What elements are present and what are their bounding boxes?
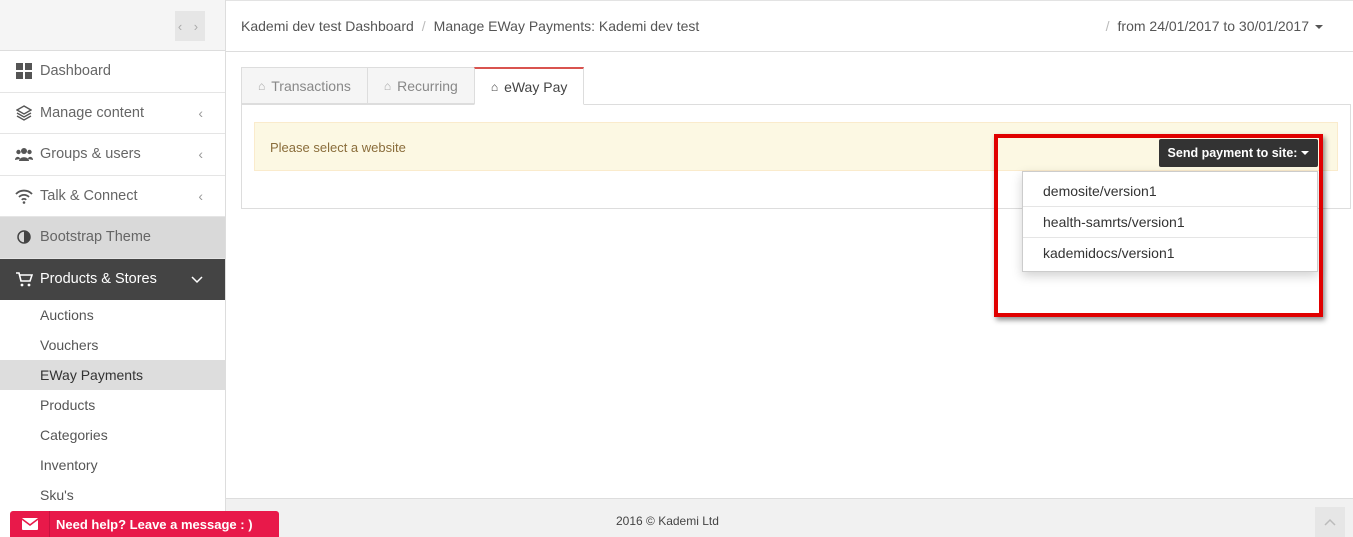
help-message-button[interactable]: Need help? Leave a message : ) [10, 511, 279, 537]
breadcrumb-separator: / [421, 18, 426, 34]
layers-icon [15, 104, 33, 122]
submenu-item-inventory[interactable]: Inventory [0, 450, 225, 480]
chevron-left-icon: ‹ [198, 104, 203, 121]
users-icon [15, 145, 33, 163]
breadcrumb-dashboard-link[interactable]: Kademi dev test Dashboard [241, 18, 414, 34]
sidebar-item-groups-users[interactable]: Groups & users ‹ [0, 134, 225, 176]
sidebar-item-label: Manage content [40, 104, 144, 121]
site-dropdown-menu: demosite/version1 health-samrts/version1… [1022, 171, 1318, 272]
breadcrumb-current: Manage EWay Payments: Kademi dev test [433, 18, 700, 34]
sidebar-item-dashboard[interactable]: Dashboard [0, 51, 225, 93]
home-icon: ⌂ [490, 79, 499, 94]
date-separator: / [1105, 18, 1110, 34]
submenu-item-vouchers[interactable]: Vouchers [0, 330, 225, 360]
tab-bar: ⌂ Transactions ⌂ Recurring ⌂ eWay Pay [241, 67, 585, 105]
tab-transactions[interactable]: ⌂ Transactions [241, 67, 367, 104]
cart-icon [15, 270, 33, 288]
tab-recurring[interactable]: ⌂ Recurring [366, 67, 474, 104]
dropdown-option-demosite[interactable]: demosite/version1 [1023, 176, 1317, 207]
sidebar-item-label: Products & Stores [40, 271, 157, 288]
chevron-up-icon [1324, 518, 1336, 526]
footer: 2016 © Kademi Ltd [226, 498, 1353, 537]
scroll-to-top-button[interactable] [1315, 507, 1345, 537]
dropdown-option-health-samrts[interactable]: health-samrts/version1 [1023, 207, 1317, 238]
tab-eway-pay[interactable]: ⌂ eWay Pay [473, 67, 585, 105]
sidebar-top: ‹ › [0, 0, 225, 51]
footer-copyright: 2016 © Kademi Ltd [616, 514, 719, 528]
top-header: Kademi dev test Dashboard / Manage EWay Pa… [226, 0, 1353, 52]
send-payment-button[interactable]: Send payment to site: [1159, 139, 1318, 167]
tab-label: eWay Pay [504, 78, 568, 95]
breadcrumb: Kademi dev test Dashboard / Manage EWay Pa… [241, 18, 699, 34]
sidebar: ‹ › Dashboard Manage content ‹ Groups & … [0, 0, 226, 537]
sidebar-item-label: Groups & users [40, 146, 141, 163]
submenu-item-skus[interactable]: Sku's [0, 480, 225, 510]
date-range-selector[interactable]: / from 24/01/2017 to 30/01/2017 [1106, 18, 1323, 34]
chevron-left-icon: ‹ [198, 187, 203, 204]
chevron-left-icon: ‹ [198, 146, 203, 163]
send-payment-label: Send payment to site: [1167, 146, 1298, 160]
dropdown-option-kademidocs[interactable]: kademidocs/version1 [1023, 238, 1317, 269]
help-label: Need help? Leave a message : ) [56, 516, 253, 532]
sidebar-item-label: Dashboard [40, 63, 111, 80]
sidebar-item-products-stores[interactable]: Products & Stores [0, 258, 225, 300]
caret-down-icon [1301, 151, 1310, 155]
caret-down-icon [1315, 25, 1323, 30]
submenu-item-products[interactable]: Products [0, 390, 225, 420]
sidebar-item-manage-content[interactable]: Manage content ‹ [0, 92, 225, 134]
sidebar-item-label: Bootstrap Theme [40, 229, 151, 246]
tab-label: Transactions [271, 77, 351, 94]
submenu-item-categories[interactable]: Categories [0, 420, 225, 450]
chevron-down-icon [191, 271, 203, 287]
sidebar-item-label: Talk & Connect [40, 187, 138, 204]
dashboard-icon [15, 62, 33, 80]
date-range-text: from 24/01/2017 to 30/01/2017 [1117, 18, 1309, 34]
sidebar-collapse-toggle[interactable]: ‹ › [175, 11, 205, 41]
tab-label: Recurring [397, 77, 458, 94]
alert-text: Please select a website [270, 140, 406, 155]
home-icon: ⌂ [383, 78, 392, 93]
sidebar-item-talk-connect[interactable]: Talk & Connect ‹ [0, 175, 225, 217]
envelope-icon [10, 511, 50, 537]
submenu-item-auctions[interactable]: Auctions [0, 300, 225, 330]
home-icon: ⌂ [258, 78, 266, 93]
products-stores-submenu: Auctions Vouchers EWay Payments Products… [0, 300, 225, 510]
chevron-left-right-icon: ‹ › [177, 18, 203, 34]
wifi-icon [15, 187, 33, 205]
contrast-icon [15, 228, 33, 246]
submenu-item-eway-payments[interactable]: EWay Payments [0, 360, 225, 390]
sidebar-item-bootstrap-theme[interactable]: Bootstrap Theme [0, 217, 225, 259]
